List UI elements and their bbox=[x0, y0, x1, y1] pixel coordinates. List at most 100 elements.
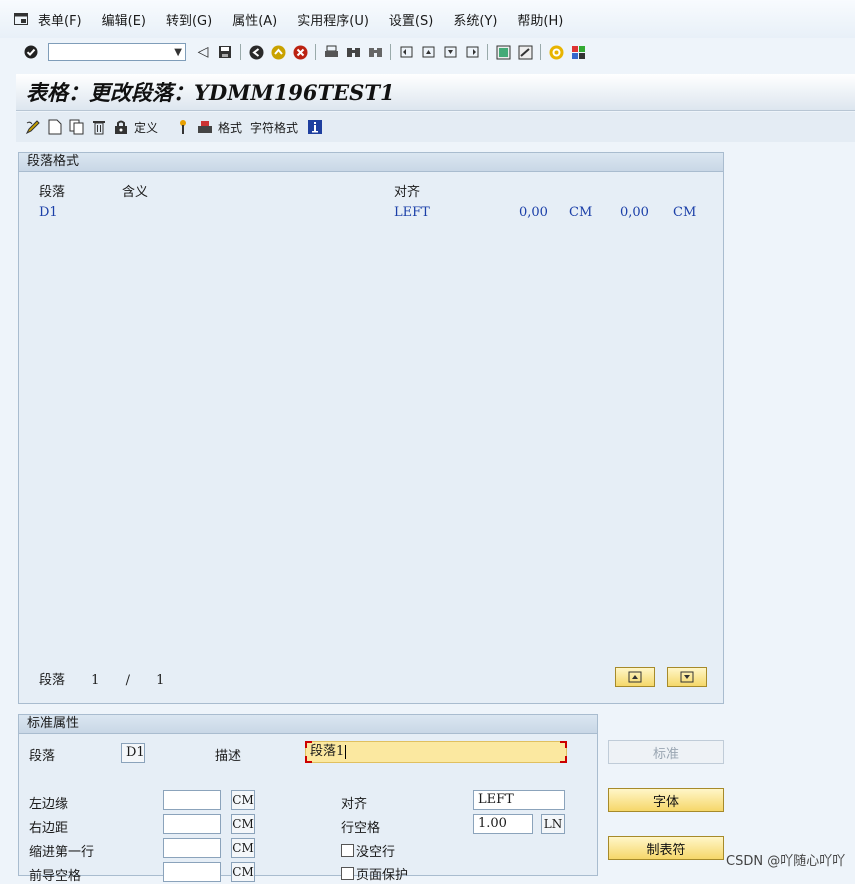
row-paragraph[interactable]: D1 bbox=[39, 205, 58, 220]
leading-space-unit[interactable]: CM bbox=[231, 862, 255, 882]
first-page-icon[interactable] bbox=[397, 43, 415, 61]
exit-icon[interactable] bbox=[269, 43, 287, 61]
page-protect-label: 页面保护 bbox=[356, 868, 409, 883]
char-format-button[interactable]: 字符格式 bbox=[250, 119, 298, 136]
description-label: 描述 bbox=[215, 749, 242, 764]
define-icon[interactable] bbox=[112, 118, 130, 136]
font-button[interactable]: 字体 bbox=[608, 788, 724, 812]
leading-space-label: 前导空格 bbox=[29, 869, 82, 884]
standard-button[interactable]: 标准 bbox=[608, 740, 724, 764]
leading-space-input[interactable] bbox=[163, 862, 221, 882]
chevron-down-icon[interactable]: ▼ bbox=[174, 47, 182, 58]
menu-attributes[interactable]: 属性(A) bbox=[232, 10, 277, 29]
line-spacing-input[interactable]: 1.00 bbox=[473, 814, 533, 834]
menu-settings[interactable]: 设置(S) bbox=[389, 10, 433, 29]
printer-format-icon[interactable] bbox=[196, 118, 214, 136]
page-down-button[interactable] bbox=[667, 667, 707, 687]
checkbox-box[interactable] bbox=[341, 844, 354, 857]
line-spacing-unit[interactable]: LN bbox=[541, 814, 565, 834]
menu-utilities[interactable]: 实用程序(U) bbox=[297, 10, 369, 29]
title-bar: 表格：更改段落：YDMM196TEST1 bbox=[16, 74, 855, 111]
shortcut-icon[interactable] bbox=[516, 43, 534, 61]
page-down-icon bbox=[680, 671, 694, 683]
alignment-label: 对齐 bbox=[341, 797, 368, 812]
first-line-indent-unit[interactable]: CM bbox=[231, 838, 255, 858]
page-title: 表格：更改段落：YDMM196TEST1 bbox=[26, 80, 395, 105]
menu-form[interactable]: 表单(F) bbox=[38, 10, 82, 29]
menu-bar: 表单(F) 编辑(E) 转到(G) 属性(A) 实用程序(U) 设置(S) 系统… bbox=[0, 0, 855, 38]
alignment-input[interactable]: LEFT bbox=[473, 790, 565, 810]
focus-corner bbox=[305, 741, 312, 748]
enter-check-icon[interactable] bbox=[22, 43, 40, 61]
print-icon[interactable] bbox=[322, 43, 340, 61]
right-margin-unit[interactable]: CM bbox=[231, 814, 255, 834]
description-field[interactable]: 段落1 bbox=[305, 741, 567, 763]
create-icon[interactable] bbox=[46, 118, 64, 136]
menu-help[interactable]: 帮助(H) bbox=[517, 10, 563, 29]
page-up-button[interactable] bbox=[615, 667, 655, 687]
toolbar-divider bbox=[487, 44, 488, 60]
customize-layout-icon[interactable] bbox=[569, 43, 587, 61]
left-margin-unit[interactable]: CM bbox=[231, 790, 255, 810]
left-margin-label: 左边缘 bbox=[29, 797, 69, 812]
display-change-icon[interactable] bbox=[24, 118, 42, 136]
cancel-icon[interactable] bbox=[291, 43, 309, 61]
page-protect-checkbox[interactable]: 页面保护 bbox=[341, 864, 408, 883]
first-line-indent-input[interactable] bbox=[163, 838, 221, 858]
pager-current: 1 bbox=[91, 673, 100, 688]
toolbar-divider bbox=[390, 44, 391, 60]
row-unit-1: CM bbox=[569, 205, 593, 220]
right-margin-label: 右边距 bbox=[29, 821, 69, 836]
pager: 段落 1 / 1 bbox=[39, 669, 186, 688]
copy-icon[interactable] bbox=[68, 118, 86, 136]
row-value-2: 0,00 bbox=[620, 205, 649, 220]
pager-label: 段落 bbox=[39, 673, 66, 688]
first-line-indent-label: 缩进第一行 bbox=[29, 845, 95, 860]
tabs-button[interactable]: 制表符 bbox=[608, 836, 724, 860]
no-blank-lines-label: 没空行 bbox=[356, 845, 396, 860]
back-icon[interactable] bbox=[247, 43, 265, 61]
pin-icon[interactable] bbox=[174, 118, 192, 136]
right-margin-input[interactable] bbox=[163, 814, 221, 834]
menu-system[interactable]: 系统(Y) bbox=[453, 10, 497, 29]
next-page-icon[interactable] bbox=[441, 43, 459, 61]
column-header-meaning: 含义 bbox=[122, 185, 149, 200]
focus-corner bbox=[305, 756, 312, 763]
checkbox-box[interactable] bbox=[341, 867, 354, 880]
row-unit-2: CM bbox=[673, 205, 697, 220]
standard-attributes-title: 标准属性 bbox=[19, 715, 597, 734]
find-icon[interactable] bbox=[344, 43, 362, 61]
collapse-left-icon[interactable]: ◁ bbox=[194, 43, 212, 61]
delete-icon[interactable] bbox=[90, 118, 108, 136]
previous-page-icon[interactable] bbox=[419, 43, 437, 61]
help-icon[interactable] bbox=[547, 43, 565, 61]
no-blank-lines-checkbox[interactable]: 没空行 bbox=[341, 841, 395, 860]
new-session-icon[interactable] bbox=[494, 43, 512, 61]
define-button[interactable]: 定义 bbox=[134, 119, 158, 136]
row-align: LEFT bbox=[394, 205, 430, 220]
last-page-icon[interactable] bbox=[463, 43, 481, 61]
menu-edit[interactable]: 编辑(E) bbox=[102, 10, 146, 29]
pager-total: 1 bbox=[156, 673, 165, 688]
app-menu-icon[interactable] bbox=[14, 13, 28, 25]
description-value: 段落1 bbox=[310, 744, 345, 759]
format-button[interactable]: 格式 bbox=[218, 119, 242, 136]
row-value-1: 0,00 bbox=[519, 205, 548, 220]
save-icon[interactable] bbox=[216, 43, 234, 61]
toolbar-divider bbox=[540, 44, 541, 60]
standard-attributes-panel: 标准属性 段落 D1 描述 段落1 左边缘 CM 右边距 CM 缩进第一行 CM… bbox=[18, 714, 598, 884]
application-toolbar: 定义 格式 字符格式 bbox=[16, 112, 855, 142]
paragraph-field: D1 bbox=[121, 743, 145, 763]
find-next-icon[interactable] bbox=[366, 43, 384, 61]
command-field[interactable]: ▼ bbox=[48, 43, 186, 61]
paragraph-formats-panel: 段落格式 段落 含义 对齐 D1 LEFT 0,00 CM 0,00 CM 段落… bbox=[18, 152, 724, 704]
toolbar-divider bbox=[240, 44, 241, 60]
standard-toolbar: ▼ ◁ bbox=[0, 38, 855, 66]
menu-goto[interactable]: 转到(G) bbox=[166, 10, 212, 29]
info-icon[interactable] bbox=[306, 118, 324, 136]
text-cursor bbox=[345, 744, 347, 759]
left-margin-input[interactable] bbox=[163, 790, 221, 810]
column-header-paragraph: 段落 bbox=[39, 185, 66, 200]
paragraph-label: 段落 bbox=[29, 749, 56, 764]
command-input[interactable] bbox=[52, 44, 175, 60]
